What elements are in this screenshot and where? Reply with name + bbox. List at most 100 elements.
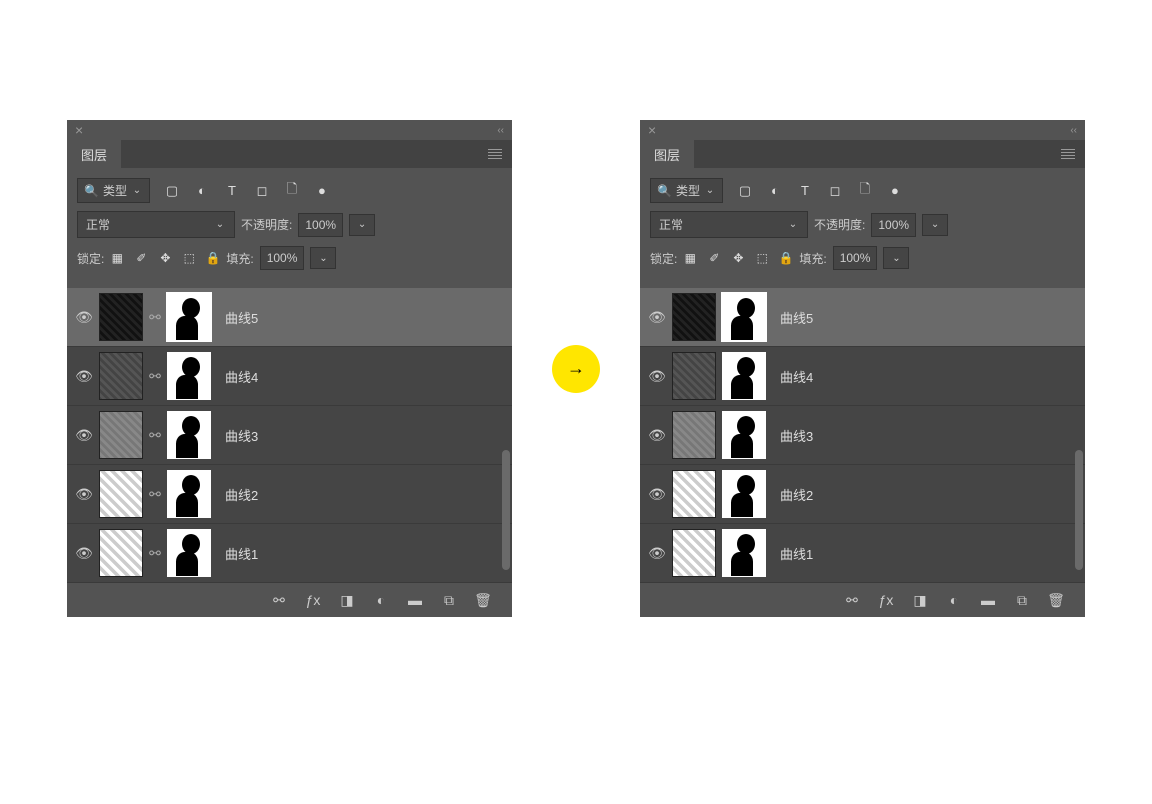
link-icon[interactable]: ⚯ [149,427,161,444]
smartobject-icon[interactable]: 🗋 [857,184,873,198]
layer-mask-thumbnail[interactable] [722,293,766,341]
fill-input[interactable]: 100% [833,246,878,270]
opacity-input[interactable]: 100% [298,213,343,237]
shape-icon[interactable]: ◻ [254,184,270,198]
visibility-icon[interactable]: 👁 [75,427,93,444]
layer-mask-thumbnail[interactable] [722,470,766,518]
panel-tab[interactable]: 图层 [67,139,121,170]
visibility-icon[interactable]: 👁 [75,545,93,562]
collapse-icon[interactable]: ‹‹ [1070,125,1077,136]
layer-row[interactable]: 👁⚯曲线4 [67,347,512,406]
visibility-icon[interactable]: 👁 [648,486,666,503]
fx-icon[interactable]: ƒx [304,591,322,609]
close-icon[interactable]: × [648,122,656,138]
mask-icon[interactable]: ◨ [911,591,929,609]
artboard-lock-icon[interactable]: ⬚ [755,251,769,265]
panel-menu-icon[interactable] [488,149,502,159]
layer-thumbnail[interactable] [99,293,143,341]
visibility-icon[interactable]: 👁 [648,427,666,444]
artboard-icon[interactable]: ● [887,184,903,198]
fill-dropdown[interactable] [310,247,336,269]
link-icon[interactable]: ⚯ [843,591,861,609]
layer-thumbnail[interactable] [672,411,716,459]
layer-mask-thumbnail[interactable] [722,529,766,577]
type-icon[interactable]: T [797,184,813,198]
visibility-icon[interactable]: 👁 [75,309,93,326]
opacity-dropdown[interactable] [922,214,948,236]
visibility-icon[interactable]: 👁 [75,368,93,385]
layer-name[interactable]: 曲线1 [780,544,813,563]
link-icon[interactable]: ⚯ [149,545,161,562]
layer-name[interactable]: 曲线3 [225,426,258,445]
layer-thumbnail[interactable] [672,529,716,577]
layer-thumbnail[interactable] [99,411,143,459]
adjustment-layer-icon[interactable]: ◐ [372,591,390,609]
brush-icon[interactable]: ✐ [134,251,148,265]
fill-dropdown[interactable] [883,247,909,269]
link-icon[interactable]: ⚯ [149,309,161,326]
layer-name[interactable]: 曲线5 [780,308,813,327]
layer-row[interactable]: 👁 曲线4 [640,347,1085,406]
lock-all-icon[interactable]: 🔒 [206,251,220,265]
close-icon[interactable]: × [75,122,83,138]
layer-row[interactable]: 👁 曲线1 [640,524,1085,583]
layer-name[interactable]: 曲线1 [225,544,258,563]
artboard-icon[interactable]: ● [314,184,330,198]
link-icon[interactable]: ⚯ [270,591,288,609]
layer-name[interactable]: 曲线2 [780,485,813,504]
shape-icon[interactable]: ◻ [827,184,843,198]
layer-mask-thumbnail[interactable] [167,529,211,577]
layer-mask-thumbnail[interactable] [167,352,211,400]
layer-row[interactable]: 👁 ⚯ 曲线5 [67,288,512,347]
panel-menu-icon[interactable] [1061,149,1075,159]
type-icon[interactable]: T [224,184,240,198]
layer-thumbnail[interactable] [99,529,143,577]
layer-thumbnail[interactable] [672,293,716,341]
layer-row[interactable]: 👁 ⚯ 曲线3 [67,406,512,465]
layer-row[interactable]: 👁曲线3 [640,406,1085,465]
opacity-input[interactable]: 100% [871,213,916,237]
adjustment-icon[interactable]: ◐ [194,184,210,198]
new-layer-icon[interactable]: ⧉ [440,591,458,609]
smartobject-icon[interactable]: 🗋 [284,184,300,198]
group-icon[interactable]: ▬ [979,591,997,609]
panel-tab[interactable]: 图层 [640,139,694,170]
artboard-lock-icon[interactable]: ⬚ [182,251,196,265]
move-icon[interactable]: ✥ [158,251,172,265]
image-icon[interactable]: ▢ [737,184,753,198]
layer-thumbnail[interactable] [672,470,716,518]
move-icon[interactable]: ✥ [731,251,745,265]
layer-mask-thumbnail[interactable] [167,411,211,459]
fx-icon[interactable]: ƒx [877,591,895,609]
mask-icon[interactable]: ◨ [338,591,356,609]
blend-mode-dropdown[interactable]: 正常 [77,211,235,238]
layer-mask-thumbnail[interactable] [167,293,211,341]
transparency-icon[interactable]: ▦ [110,251,124,265]
opacity-dropdown[interactable] [349,214,375,236]
layer-name[interactable]: 曲线5 [225,308,258,327]
layer-name[interactable]: 曲线4 [780,367,813,386]
filter-type-dropdown[interactable]: 🔍类型 [650,178,723,203]
layer-mask-thumbnail[interactable] [722,411,766,459]
layer-thumbnail[interactable] [99,352,143,400]
layer-name[interactable]: 曲线4 [225,367,258,386]
layer-mask-thumbnail[interactable] [722,352,766,400]
trash-icon[interactable]: 🗑 [474,591,492,609]
adjustment-layer-icon[interactable]: ◐ [945,591,963,609]
scrollbar[interactable] [1075,450,1083,570]
layer-name[interactable]: 曲线2 [225,485,258,504]
brush-icon[interactable]: ✐ [707,251,721,265]
filter-type-dropdown[interactable]: 🔍类型 [77,178,150,203]
image-icon[interactable]: ▢ [164,184,180,198]
layer-row[interactable]: 👁 曲线2 [640,465,1085,524]
group-icon[interactable]: ▬ [406,591,424,609]
layer-mask-thumbnail[interactable] [167,470,211,518]
fill-input[interactable]: 100% [260,246,305,270]
visibility-icon[interactable]: 👁 [648,368,666,385]
scrollbar[interactable] [502,450,510,570]
transparency-icon[interactable]: ▦ [683,251,697,265]
link-icon[interactable]: ⚯ [149,486,161,503]
collapse-icon[interactable]: ‹‹ [497,125,504,136]
layer-row[interactable]: 👁 ⚯ 曲线1 [67,524,512,583]
visibility-icon[interactable]: 👁 [648,545,666,562]
